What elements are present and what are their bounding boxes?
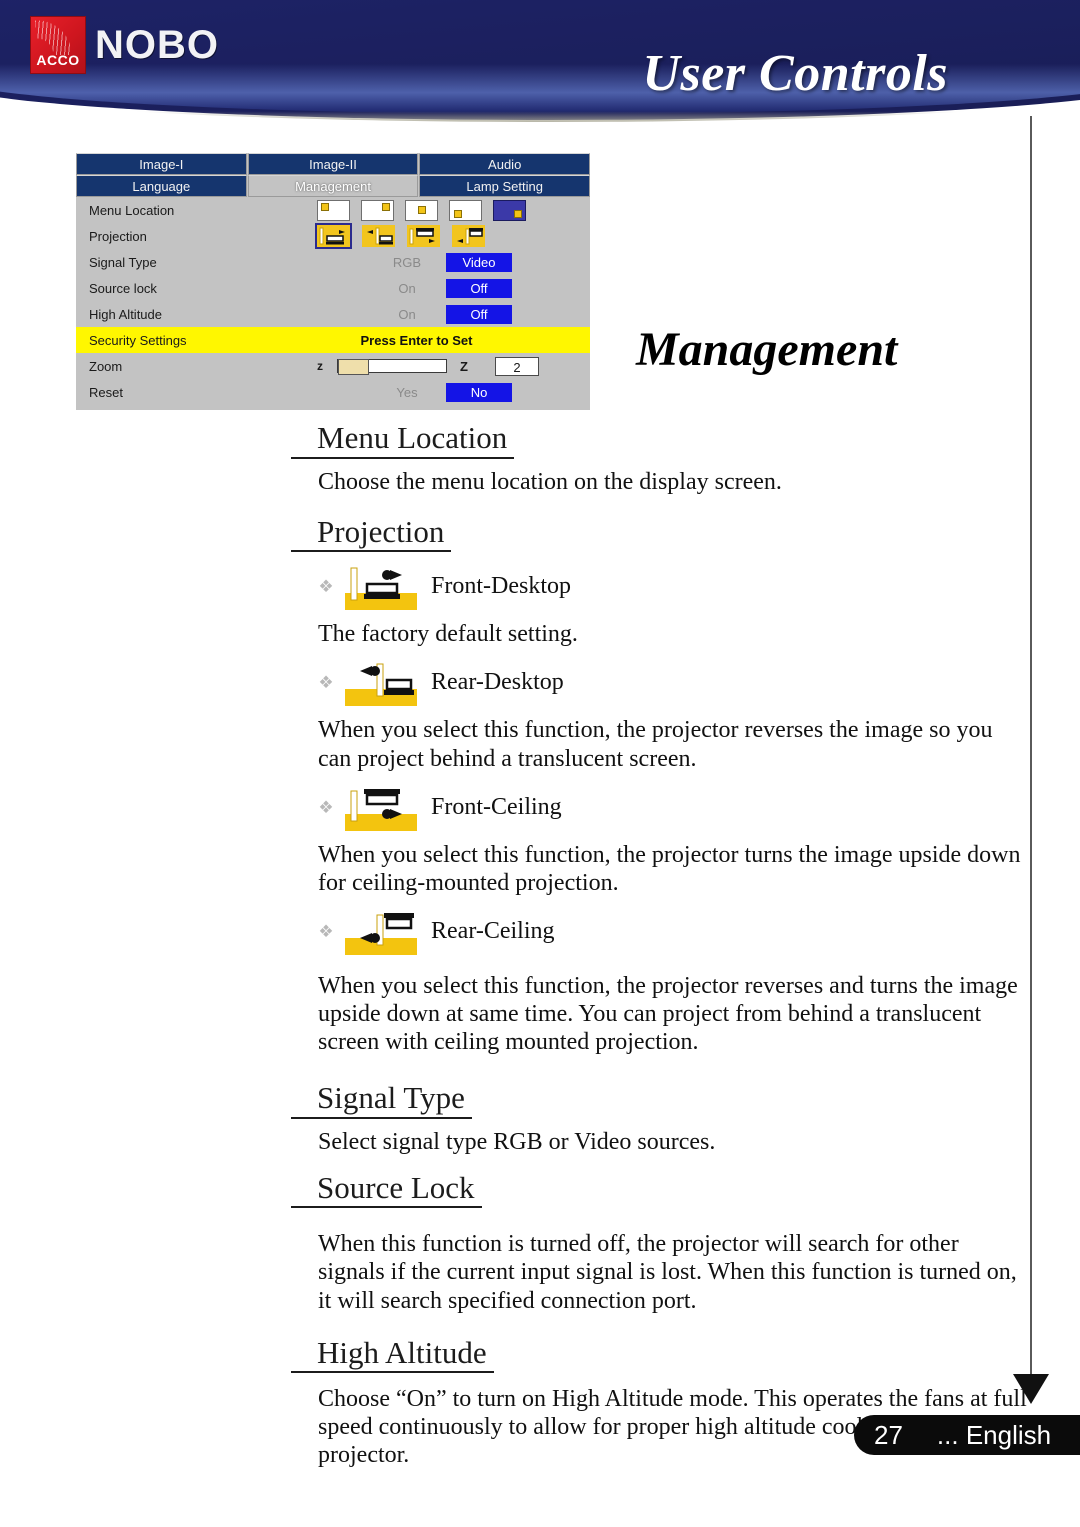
list-item-label: Front-Desktop	[431, 573, 571, 600]
menu-location-top-left-icon[interactable]	[317, 199, 350, 221]
osd-row-signal-type: Signal Type RGB Video	[76, 249, 590, 275]
section-paragraph: When this function is turned off, the pr…	[318, 1231, 1017, 1314]
osd-label-zoom: Zoom	[89, 358, 123, 374]
front-desktop-icon	[345, 562, 417, 611]
page-footer: 27 ... English	[854, 1415, 1080, 1455]
osd-label-high-altitude: High Altitude	[89, 306, 162, 322]
osd-tab-row-2: Language Management Lamp Setting	[76, 175, 590, 197]
list-item-description: The factory default setting.	[318, 621, 578, 648]
security-settings-action: Press Enter to Set	[360, 332, 473, 348]
rear-ceiling-icon	[345, 907, 417, 956]
menu-location-top-right-icon[interactable]	[361, 199, 394, 221]
osd-row-source-lock: Source lock On Off	[76, 275, 590, 301]
reset-option-no-selected[interactable]: No	[446, 382, 512, 402]
footer-language: ... English	[936, 1419, 1052, 1450]
tab-management[interactable]: Management	[247, 175, 419, 197]
high-altitude-option-off-selected[interactable]: Off	[446, 304, 512, 324]
list-item-label: Rear-Ceiling	[431, 917, 555, 944]
down-arrow-icon	[1013, 1374, 1049, 1404]
osd-label-menu-location: Menu Location	[89, 202, 175, 218]
list-item: ❖ Rear-Ceiling	[318, 907, 1080, 956]
osd-row-projection: Projection	[76, 223, 590, 249]
menu-location-options	[317, 199, 526, 221]
osd-label-reset: Reset	[89, 384, 123, 400]
osd-label-projection: Projection	[89, 228, 147, 244]
projection-front-ceiling-icon[interactable]	[407, 225, 440, 247]
diamond-bullet-icon: ❖	[318, 577, 334, 597]
zoom-slider-knob[interactable]	[338, 359, 369, 375]
osd-label-security-settings: Security Settings	[89, 332, 187, 348]
tab-audio[interactable]: Audio	[419, 153, 590, 175]
diamond-bullet-icon: ❖	[318, 673, 334, 693]
zoom-slider[interactable]	[337, 359, 447, 375]
list-item-description: When you select this function, the proje…	[318, 717, 993, 772]
zoom-value-field[interactable]: 2	[495, 356, 539, 376]
section-signal-type: Signal Type Select signal type RGB or Vi…	[0, 1080, 1080, 1156]
osd-row-zoom: Zoom z Z 2	[76, 353, 590, 379]
source-lock-option-on[interactable]: On	[374, 281, 440, 296]
zoom-max-marker: Z	[460, 358, 468, 374]
list-item-description: When you select this function, the proje…	[318, 841, 1021, 896]
swoosh-icon	[35, 19, 83, 55]
section-heading: High Altitude	[291, 1335, 494, 1374]
tab-image-i[interactable]: Image-I	[76, 153, 247, 175]
osd-row-high-altitude: High Altitude On Off	[76, 301, 590, 327]
reset-option-yes[interactable]: Yes	[374, 385, 440, 400]
page-title: Management	[636, 323, 898, 376]
menu-location-center-icon[interactable]	[405, 199, 438, 221]
section-paragraph: Select signal type RGB or Video sources.	[318, 1128, 716, 1155]
projection-front-desktop-icon[interactable]	[315, 223, 352, 249]
list-item-label: Rear-Desktop	[431, 669, 564, 696]
header-title: User Controls	[642, 45, 948, 102]
projection-rear-desktop-icon[interactable]	[362, 225, 395, 247]
tab-lamp-setting[interactable]: Lamp Setting	[419, 175, 590, 197]
osd-row-reset: Reset Yes No	[76, 379, 590, 405]
osd-row-security-settings[interactable]: Security Settings Press Enter to Set	[76, 327, 590, 353]
page-header: ACCO NOBO User Controls	[0, 0, 1080, 128]
menu-location-bottom-left-icon[interactable]	[449, 199, 482, 221]
acco-nobo-logo: ACCO NOBO	[30, 14, 218, 76]
section-heading: Source Lock	[291, 1170, 482, 1209]
rear-desktop-icon	[345, 658, 417, 707]
page-number: 27	[874, 1419, 903, 1450]
zoom-min-marker: z	[317, 359, 323, 373]
osd-label-signal-type: Signal Type	[89, 254, 157, 270]
diamond-bullet-icon: ❖	[318, 797, 334, 817]
front-ceiling-icon	[345, 783, 417, 832]
signal-type-option-video-selected[interactable]: Video	[446, 252, 512, 272]
projection-rear-ceiling-icon[interactable]	[452, 225, 485, 247]
acco-wordmark: ACCO	[36, 52, 80, 68]
list-item: ❖ Rear-Desktop	[318, 658, 1080, 707]
acco-logo-mark: ACCO	[30, 16, 86, 74]
section-heading: Projection	[291, 514, 452, 553]
section-paragraph: Choose the menu location on the display …	[318, 468, 782, 495]
section-heading: Signal Type	[291, 1080, 472, 1119]
list-item-description: When you select this function, the proje…	[318, 972, 1018, 1055]
section-source-lock: Source Lock When this function is turned…	[0, 1170, 1080, 1315]
nobo-wordmark: NOBO	[95, 23, 219, 67]
diamond-bullet-icon: ❖	[318, 921, 334, 941]
osd-row-menu-location: Menu Location	[76, 197, 590, 223]
osd-label-source-lock: Source lock	[89, 280, 157, 296]
menu-location-bottom-right-icon-selected[interactable]	[493, 199, 526, 221]
list-item: ❖ Front-Desktop	[318, 562, 1080, 611]
source-lock-option-off-selected[interactable]: Off	[446, 278, 512, 298]
section-projection: Projection ❖ Front-Desktop The factory d…	[0, 514, 1080, 1056]
osd-menu-screenshot: Image-I Image-II Audio Language Manageme…	[76, 153, 590, 410]
section-menu-location: Menu Location Choose the menu location o…	[0, 420, 1080, 496]
osd-tab-row-1: Image-I Image-II Audio	[76, 153, 590, 175]
list-item: ❖ Front-Ceiling	[318, 783, 1080, 832]
page-side-rule	[1030, 116, 1032, 1381]
page-content: Menu Location Choose the menu location o…	[0, 420, 1080, 1471]
tab-language[interactable]: Language	[76, 175, 247, 197]
tab-image-ii[interactable]: Image-II	[247, 153, 419, 175]
signal-type-option-rgb[interactable]: RGB	[374, 255, 440, 270]
high-altitude-option-on[interactable]: On	[374, 307, 440, 322]
list-item-label: Front-Ceiling	[431, 793, 562, 820]
projection-options	[315, 223, 485, 249]
section-heading: Menu Location	[291, 420, 515, 459]
